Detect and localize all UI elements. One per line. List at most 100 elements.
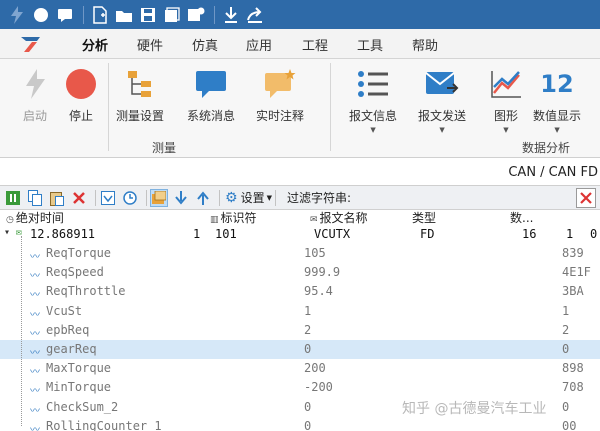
tab-tools[interactable]: 工具 — [357, 35, 383, 54]
open-folder-icon[interactable] — [113, 4, 135, 26]
signal-name: ReqThrottle — [46, 284, 126, 299]
tab-project[interactable]: 工程 — [302, 35, 328, 54]
column-header-time[interactable]: ◷ 绝对时间 — [6, 209, 64, 226]
signal-row[interactable]: 〰 ReqThrottle 95.4 3BA — [0, 282, 600, 301]
upload-share-icon[interactable] — [244, 4, 266, 26]
signal-value: 0 — [304, 418, 312, 431]
column-header-data[interactable]: 数... — [510, 209, 533, 226]
signal-value: 0 — [304, 399, 312, 414]
signal-raw-value: 839 — [562, 246, 584, 260]
watermark: 知乎 @古德曼汽车工业 — [402, 401, 547, 417]
start-button[interactable]: 启动 — [17, 67, 53, 124]
tab-hardware[interactable]: 硬件 — [137, 35, 163, 54]
signal-wave-icon: 〰 — [30, 424, 40, 431]
signal-raw-value: 4E1F — [562, 265, 591, 280]
chevron-down-icon: ▼ — [266, 193, 272, 202]
save-all-icon[interactable] — [161, 4, 183, 26]
paste-icon[interactable] — [48, 189, 66, 207]
arrow-down-icon[interactable] — [172, 189, 190, 207]
numeric-display-icon: 12 — [540, 70, 574, 98]
signal-name: ReqTorque — [46, 246, 112, 260]
system-messages-button[interactable]: 系统消息 — [187, 67, 235, 124]
signal-name: VcuSt — [46, 303, 83, 318]
realtime-comment-button[interactable]: 实时注释 — [256, 67, 304, 124]
envelope-icon: ✉ — [310, 215, 318, 225]
graphics-button[interactable]: 图形 ▼ — [488, 67, 524, 134]
signal-value: 0 — [304, 342, 312, 356]
stop-button[interactable]: 停止 — [63, 67, 99, 124]
signal-name: CheckSum_2 — [46, 399, 119, 414]
ribbon-tab-bar: 分析 硬件 仿真 应用 工程 工具 帮助 — [0, 29, 600, 61]
signal-raw-value: 1 — [562, 303, 570, 318]
signal-raw-value: 708 — [562, 380, 584, 395]
lightning-icon[interactable] — [6, 4, 28, 26]
chat-icon[interactable] — [54, 4, 76, 26]
chevron-down-icon: ▼ — [370, 126, 376, 134]
signal-value: 2 — [304, 322, 312, 337]
filter-input[interactable] — [350, 188, 568, 207]
app-logo-icon — [20, 35, 42, 56]
signal-row[interactable]: 〰 ReqTorque 105 839 — [0, 244, 600, 263]
message-info-button[interactable]: 报文信息 ▼ — [349, 67, 397, 134]
download-icon[interactable] — [220, 4, 242, 26]
column-header-type[interactable]: 类型 — [412, 209, 436, 226]
chevron-down-icon: ▼ — [503, 126, 509, 134]
delete-icon[interactable] — [70, 189, 88, 207]
clear-filter-button[interactable] — [576, 188, 596, 208]
cell-type: FD — [420, 227, 435, 241]
signal-value: 95.4 — [304, 284, 333, 299]
filter-label: 过滤字符串: — [286, 191, 352, 205]
message-row[interactable]: ▾ ✉ 12.868911 1 101 VCUTX FD 16 1 0 — [0, 225, 600, 244]
tab-help[interactable]: 帮助 — [412, 35, 438, 54]
signal-row[interactable]: 〰 RollingCounter_1 0 00 — [0, 417, 600, 431]
signal-name: RollingCounter_1 — [46, 418, 162, 431]
arrow-up-icon[interactable] — [194, 189, 212, 207]
pause-icon[interactable] — [4, 189, 22, 207]
ribbon-panel: 启动 停止 测量设置 系统消息 实时注释 测量 报文信息 ▼ 报文发送 ▼ 图形… — [0, 59, 600, 158]
signal-row[interactable]: 〰 MaxTorque 200 898 — [0, 359, 600, 378]
measurement-setup-button[interactable]: 测量设置 — [116, 67, 164, 124]
cell-id: 101 — [215, 227, 237, 241]
signal-wave-icon: 〰 — [30, 367, 40, 379]
save-icon[interactable] — [137, 4, 159, 26]
settings-dropdown[interactable]: ⚙ 设置 ▼ — [225, 189, 272, 206]
column-header-id[interactable]: ▥ 标识符 — [210, 209, 257, 226]
expand-chevron-icon[interactable]: ▾ — [4, 227, 10, 238]
tab-simulation[interactable]: 仿真 — [192, 35, 218, 54]
chevron-down-icon: ▼ — [439, 126, 445, 134]
signal-row[interactable]: 〰 MinTorque -200 708 — [0, 378, 600, 397]
cell-dlc: 16 — [522, 227, 537, 241]
overwrite-mode-icon[interactable] — [150, 188, 168, 207]
column-header-name[interactable]: ✉ 报文名称 — [310, 209, 368, 226]
gear-icon: ⚙ — [225, 189, 238, 206]
id-icon: ▥ — [210, 215, 219, 225]
copy-icon[interactable] — [26, 189, 44, 207]
signal-value: 200 — [304, 361, 326, 376]
signal-row[interactable]: 〰 VcuSt 1 1 — [0, 302, 600, 321]
grid-header: ◷ 绝对时间 ▥ 标识符 ✉ 报文名称 类型 数... — [0, 210, 600, 225]
signal-wave-icon: 〰 — [30, 405, 40, 417]
signal-row[interactable]: 〰 ReqSpeed 999.9 4E1F — [0, 263, 600, 282]
message-send-button[interactable]: 报文发送 ▼ — [418, 67, 466, 134]
lightning-icon — [17, 67, 53, 101]
signal-row[interactable]: 〰 epbReq 2 2 — [0, 321, 600, 340]
signal-row[interactable]: 〰 gearReq 0 0 — [0, 340, 600, 359]
tab-application[interactable]: 应用 — [246, 35, 272, 54]
pane-title-bar: CAN / CAN FD — [0, 160, 600, 186]
record-circle-icon[interactable] — [30, 4, 52, 26]
save-as-icon[interactable] — [185, 4, 207, 26]
quick-access-toolbar — [0, 0, 600, 29]
scroll-down-icon[interactable] — [99, 189, 117, 207]
chevron-down-icon: ▼ — [554, 126, 560, 134]
clock-icon[interactable] — [121, 189, 139, 207]
signal-name: gearReq — [46, 342, 97, 356]
signal-raw-value: 0 — [562, 399, 570, 414]
signal-wave-icon: 〰 — [30, 328, 40, 340]
group-label-measure: 测量 — [152, 141, 177, 155]
new-file-icon[interactable] — [89, 4, 111, 26]
cell-channel: 1 — [193, 227, 201, 241]
measurement-setup-icon — [122, 67, 158, 101]
trace-toolbar: ⚙ 设置 ▼ 过滤字符串: — [0, 186, 600, 210]
tab-analysis[interactable]: 分析 — [78, 35, 112, 61]
numeric-display-button[interactable]: 12 数值显示 ▼ — [533, 67, 581, 134]
